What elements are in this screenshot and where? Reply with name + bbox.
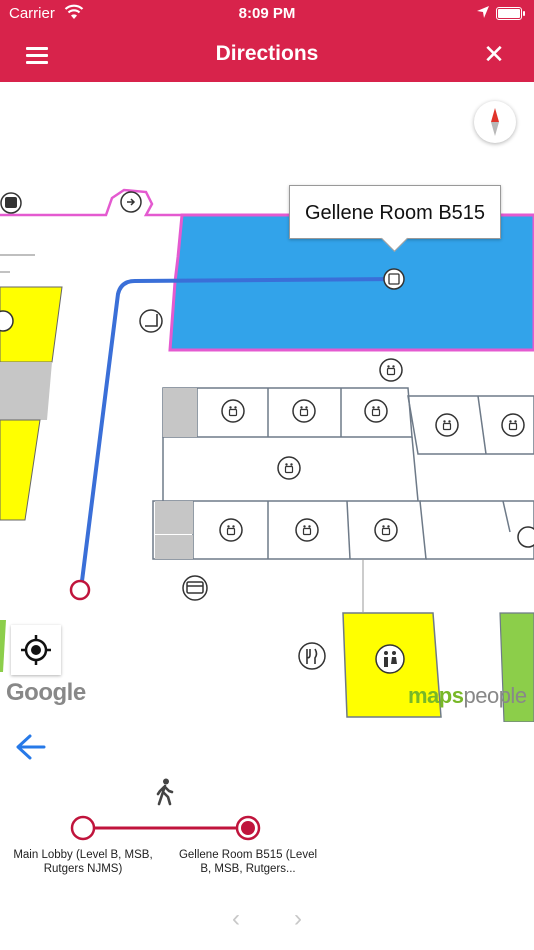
next-step-button[interactable]: › (294, 905, 302, 933)
destination-label: Gellene Room B515 (Level B, MSB, Rutgers… (178, 849, 318, 875)
route-start-marker (69, 579, 91, 601)
crosshair-icon (21, 635, 51, 665)
route-summary-line (70, 815, 261, 841)
walking-person-icon (156, 778, 174, 806)
close-icon[interactable]: ✕ (480, 40, 508, 68)
mapspeople-logo-suffix: people (463, 683, 527, 708)
floor-plan (0, 188, 534, 722)
navigation-bar: Directions ✕ (0, 28, 534, 82)
back-arrow-icon[interactable] (14, 733, 46, 761)
compass-icon[interactable] (474, 101, 516, 143)
restroom-zone-left-lower (0, 419, 41, 521)
battery-icon (496, 7, 525, 20)
my-location-button[interactable] (11, 625, 61, 675)
page-title: Directions (215, 42, 319, 65)
gray-zone-left (0, 362, 52, 420)
green-zone-left (0, 620, 6, 672)
destination-callout[interactable]: Gellene Room B515 (289, 185, 501, 239)
previous-step-button[interactable]: ‹ (232, 905, 240, 933)
mapspeople-logo: mapspeople (408, 683, 527, 709)
gray-room (163, 388, 197, 437)
location-services-icon (477, 6, 489, 18)
status-bar: Carrier 8:09 PM (0, 0, 534, 28)
origin-marker (70, 815, 96, 841)
mapspeople-logo-brand: maps (408, 683, 464, 708)
gray-room (155, 535, 193, 559)
room-poi-glyphs (226, 365, 518, 536)
origin-label: Main Lobby (Level B, MSB, Rutgers NJMS) (13, 849, 153, 875)
indoor-map[interactable]: Gellene Room B515 Google mapspeople (0, 82, 534, 722)
gray-room (155, 501, 193, 534)
clock: 8:09 PM (238, 5, 296, 22)
google-logo: Google (6, 679, 86, 706)
